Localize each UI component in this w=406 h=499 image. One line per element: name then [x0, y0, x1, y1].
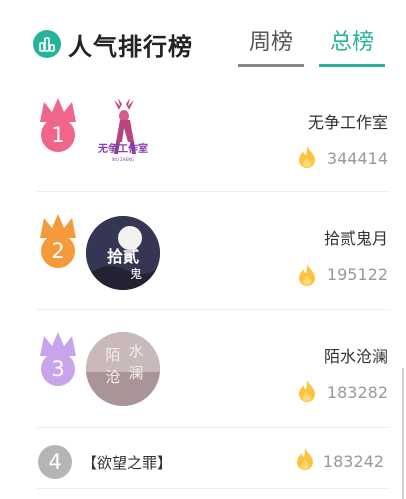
- svg-text:沧: 沧: [105, 368, 120, 386]
- author-name[interactable]: 陌水沧澜: [324, 343, 388, 367]
- rank-badge: 3: [41, 352, 75, 386]
- ranking-row-1[interactable]: 1 无争工作室 WU ZHENG 无争工作室 344414: [36, 94, 390, 190]
- svg-text:水: 水: [128, 342, 143, 360]
- ranking-row-4[interactable]: 4 【欲望之罪】 183242: [36, 445, 390, 481]
- scrollbar[interactable]: [402, 368, 404, 499]
- fire-icon: [299, 146, 315, 168]
- row-divider: [36, 427, 390, 428]
- popularity-score: 183242: [322, 452, 384, 471]
- studio-logo-image: 无争工作室 WU ZHENG: [97, 98, 148, 162]
- popularity-score: 195122: [326, 265, 388, 284]
- svg-text:拾貳: 拾貳: [107, 247, 139, 266]
- bar-chart-icon: [33, 30, 61, 58]
- ranking-row-2[interactable]: 2 拾貳 鬼 拾贰鬼月 195122: [36, 212, 390, 308]
- rank-badge: 2: [41, 234, 75, 268]
- avatar[interactable]: 无争工作室 WU ZHENG: [86, 96, 160, 170]
- author-name[interactable]: 无争工作室: [308, 109, 388, 133]
- row-divider: [36, 191, 390, 192]
- avatar[interactable]: 陌 水 沧 澜: [86, 332, 160, 406]
- rank-badge: 1: [41, 118, 75, 152]
- ranking-header: 人气排行榜 周榜 总榜: [0, 0, 406, 78]
- popularity-score: 344414: [326, 149, 388, 168]
- avatar[interactable]: 拾貳 鬼: [86, 216, 160, 290]
- svg-text:澜: 澜: [128, 364, 143, 382]
- fire-icon: [299, 264, 315, 286]
- rank-badge: 4: [38, 445, 72, 479]
- row-divider: [36, 488, 390, 489]
- fire-icon: [297, 448, 313, 470]
- page-title: 人气排行榜: [68, 33, 193, 61]
- author-name[interactable]: 拾贰鬼月: [324, 225, 388, 249]
- avatar-image: 陌 水 沧 澜: [86, 332, 160, 406]
- tab-total[interactable]: 总榜: [319, 28, 385, 67]
- tab-weekly[interactable]: 周榜: [238, 28, 304, 67]
- svg-text:WU ZHENG: WU ZHENG: [112, 157, 135, 162]
- svg-text:陌: 陌: [105, 346, 120, 364]
- svg-text:鬼: 鬼: [130, 266, 142, 281]
- row-divider: [36, 309, 390, 310]
- fire-icon: [299, 380, 315, 402]
- svg-text:无争工作室: 无争工作室: [97, 142, 148, 155]
- ranking-row-3[interactable]: 3 陌 水 沧 澜 陌水沧澜 183282: [36, 330, 390, 426]
- popularity-score: 183282: [326, 383, 388, 402]
- author-name[interactable]: 【欲望之罪】: [82, 452, 172, 473]
- avatar-image: 拾貳 鬼: [86, 216, 160, 290]
